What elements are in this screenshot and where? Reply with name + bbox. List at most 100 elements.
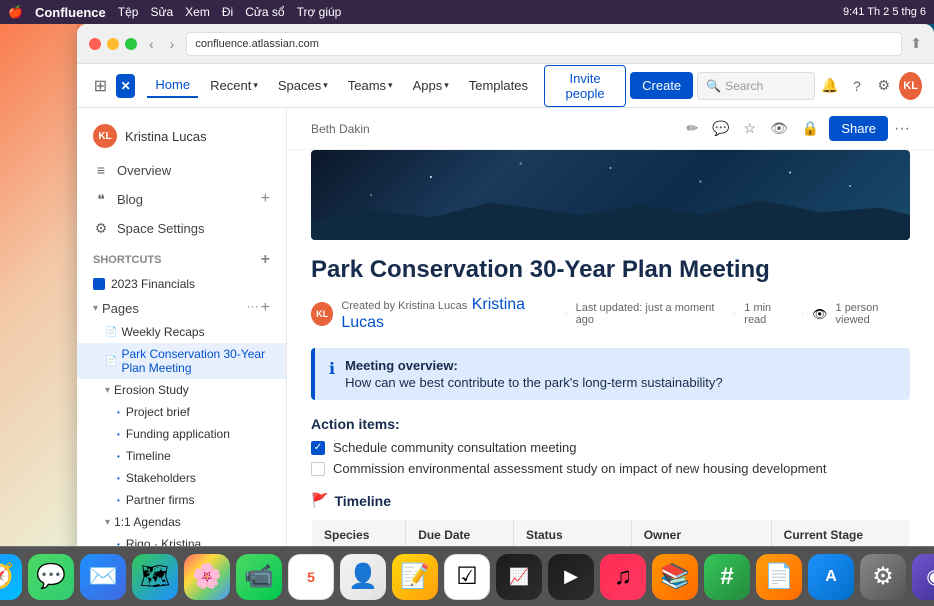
- dock-item-stocks[interactable]: 📈: [496, 554, 542, 600]
- browser-share-button[interactable]: ⬆: [910, 35, 922, 52]
- nav-spaces-link[interactable]: Spaces▾: [270, 74, 336, 97]
- page-item-stakeholders[interactable]: • Stakeholders: [77, 467, 286, 489]
- dock-item-calendar[interactable]: 5: [288, 554, 334, 600]
- dock-item-numbers[interactable]: #: [704, 554, 750, 600]
- flag-icon: 🚩: [311, 492, 328, 509]
- dock-item-mail[interactable]: ✉️: [80, 554, 126, 600]
- settings-button[interactable]: ⚙: [872, 72, 895, 100]
- page-item-erosion-study[interactable]: ▾ Erosion Study: [77, 379, 286, 401]
- dock-item-appstore[interactable]: A: [808, 554, 854, 600]
- table-header: Species Due Date Status Owner Current St…: [312, 520, 910, 547]
- page-item-partner-firms[interactable]: • Partner firms: [77, 489, 286, 511]
- menubar-help[interactable]: Trợ giúp: [297, 5, 342, 19]
- erosion-collapse-icon[interactable]: ▾: [105, 385, 110, 396]
- minimize-window-button[interactable]: [107, 38, 119, 50]
- address-bar[interactable]: confluence.atlassian.com: [186, 32, 902, 56]
- pages-more-icon[interactable]: ···: [247, 299, 259, 317]
- page-item-timeline[interactable]: • Timeline: [77, 445, 286, 467]
- page-item-funding[interactable]: • Funding application: [77, 423, 286, 445]
- pages-add-icon[interactable]: +: [261, 299, 270, 317]
- confluence-logo[interactable]: ✕: [116, 74, 136, 98]
- partner-firms-label: Partner firms: [126, 493, 195, 507]
- shortcut-financials-label: 2023 Financials: [111, 277, 195, 291]
- 1on1-label: 1:1 Agendas: [114, 515, 181, 529]
- content-area: Beth Dakin ✏ 💬 ☆ 👁 🔒 Share ···: [287, 108, 934, 546]
- info-text: How can we best contribute to the park's…: [345, 375, 896, 390]
- menubar-file[interactable]: Tệp: [118, 5, 139, 19]
- add-shortcut-button[interactable]: +: [261, 251, 270, 269]
- apple-logo[interactable]: 🍎: [8, 5, 23, 19]
- page-item-project-brief[interactable]: • Project brief: [77, 401, 286, 423]
- menubar-view[interactable]: Xem: [185, 5, 210, 19]
- menubar-go[interactable]: Đi: [222, 5, 233, 19]
- blog-icon: ❝: [93, 191, 109, 208]
- share-button[interactable]: Share: [829, 116, 888, 141]
- dock-item-systemprefs[interactable]: ⚙: [860, 554, 906, 600]
- page-item-1on1-agendas[interactable]: ▾ 1:1 Agendas: [77, 511, 286, 533]
- sidebar-item-blog[interactable]: ❝ Blog +: [77, 184, 286, 214]
- nav-templates-link[interactable]: Templates: [461, 74, 536, 97]
- dock-item-pages[interactable]: 📄: [756, 554, 802, 600]
- pages-header: ▾ Pages ··· +: [77, 295, 286, 321]
- sidebar-user[interactable]: KL Kristina Lucas: [77, 116, 286, 156]
- dock-item-messages[interactable]: 💬: [28, 554, 74, 600]
- dock-item-facetime[interactable]: 📹: [236, 554, 282, 600]
- dock-item-reminders[interactable]: ☑: [444, 554, 490, 600]
- dock-item-books[interactable]: 📚: [652, 554, 698, 600]
- dock-item-safari[interactable]: 🧭: [0, 554, 22, 600]
- shortcuts-label: SHORTCUTS: [93, 254, 161, 266]
- maximize-window-button[interactable]: [125, 38, 137, 50]
- dock-item-contacts[interactable]: 👤: [340, 554, 386, 600]
- grid-menu-button[interactable]: ⊞: [89, 72, 112, 100]
- dock-item-maps[interactable]: 🗺: [132, 554, 178, 600]
- pages-collapse-arrow[interactable]: ▾: [93, 303, 98, 314]
- forward-button[interactable]: ›: [166, 34, 179, 54]
- search-box[interactable]: 🔍 Search: [697, 72, 815, 100]
- restrict-button[interactable]: 🔒: [798, 116, 823, 141]
- action-items-title: Action items:: [311, 416, 910, 432]
- project-brief-label: Project brief: [126, 405, 190, 419]
- dock-item-notes[interactable]: 📝: [392, 554, 438, 600]
- dock-item-photos[interactable]: 🌸: [184, 554, 230, 600]
- recent-chevron-icon: ▾: [253, 80, 258, 91]
- star-button[interactable]: ☆: [740, 116, 761, 141]
- page-item-park-conservation[interactable]: 📄 Park Conservation 30-Year Plan Meeting: [77, 343, 286, 379]
- comment-button[interactable]: 💬: [708, 116, 733, 141]
- browser-toolbar: ‹ › confluence.atlassian.com ⬆: [77, 24, 934, 64]
- create-button[interactable]: Create: [630, 72, 693, 99]
- dock-item-arc[interactable]: ◉: [912, 554, 934, 600]
- dock-item-music[interactable]: ♫: [600, 554, 646, 600]
- menubar: 🍎 Confluence Tệp Sửa Xem Đi Cửa sổ Trợ g…: [0, 0, 934, 24]
- checkbox-1[interactable]: ✓: [311, 441, 325, 455]
- edit-button[interactable]: ✏: [682, 116, 702, 141]
- help-button[interactable]: ?: [846, 72, 869, 100]
- nav-home-link[interactable]: Home: [147, 73, 198, 98]
- 1on1-collapse-icon[interactable]: ▾: [105, 517, 110, 528]
- page-item-rigo[interactable]: • Rigo · Kristina: [77, 533, 286, 546]
- add-blog-icon[interactable]: +: [261, 190, 270, 208]
- shortcut-financials[interactable]: 2023 Financials: [77, 273, 286, 295]
- notifications-button[interactable]: 🔔: [819, 72, 842, 100]
- nav-apps-link[interactable]: Apps▾: [405, 74, 457, 97]
- dock-item-appletv[interactable]: ▶: [548, 554, 594, 600]
- erosion-label: Erosion Study: [114, 383, 189, 397]
- created-by: Created by Kristina Lucas: [341, 300, 467, 312]
- back-button[interactable]: ‹: [145, 34, 158, 54]
- space-settings-label: Space Settings: [117, 221, 204, 236]
- nav-teams-link[interactable]: Teams▾: [340, 74, 401, 97]
- nav-recent-link[interactable]: Recent▾: [202, 74, 266, 97]
- user-avatar[interactable]: KL: [899, 72, 922, 100]
- close-window-button[interactable]: [89, 38, 101, 50]
- sidebar-item-settings[interactable]: ⚙ Space Settings: [77, 214, 286, 243]
- sidebar-item-overview[interactable]: ≡ Overview: [77, 156, 286, 184]
- invite-people-button[interactable]: Invite people: [544, 65, 626, 107]
- meta-divider3: ·: [801, 308, 805, 320]
- menubar-edit[interactable]: Sửa: [150, 5, 173, 19]
- page-item-weekly-recaps[interactable]: 📄 Weekly Recaps: [77, 321, 286, 343]
- more-options-button[interactable]: ···: [894, 120, 910, 138]
- checkbox-2[interactable]: [311, 462, 325, 476]
- watch-button[interactable]: 👁: [766, 116, 792, 141]
- page-header-bar: Beth Dakin ✏ 💬 ☆ 👁 🔒 Share ···: [287, 108, 934, 150]
- menubar-window[interactable]: Cửa sổ: [245, 5, 284, 19]
- menubar-app-name[interactable]: Confluence: [35, 5, 106, 20]
